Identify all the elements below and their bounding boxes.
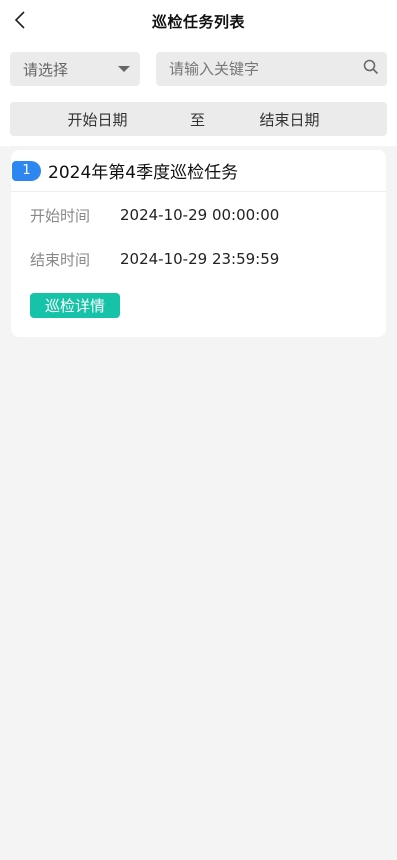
top-bar: 巡检任务列表	[0, 0, 397, 42]
start-time-label: 开始时间	[30, 206, 91, 225]
date-range: 开始日期 至 结束日期	[10, 102, 387, 136]
category-select[interactable]: 请选择	[10, 52, 140, 86]
inspection-detail-button[interactable]: 巡检详情	[30, 293, 120, 318]
end-date-picker[interactable]: 结束日期	[210, 109, 387, 130]
date-separator: 至	[189, 110, 205, 129]
task-list: 1 2024年第4季度巡检任务 开始时间 2024-10-29 00:00:00…	[0, 146, 397, 337]
end-time-label: 结束时间	[30, 250, 91, 269]
task-index-badge: 1	[12, 160, 41, 181]
caret-down-icon	[118, 66, 130, 72]
search-box	[156, 52, 387, 86]
task-card-header: 1 2024年第4季度巡检任务	[11, 150, 386, 192]
task-list-page: 巡检任务列表 请选择 开始日期 至 结束日期	[0, 0, 397, 860]
start-time-value: 2024-10-29 00:00:00	[120, 206, 280, 224]
filter-panel: 请选择 开始日期 至 结束日期	[0, 42, 397, 146]
start-time-row: 开始时间 2024-10-29 00:00:00	[30, 204, 386, 226]
end-time-row: 结束时间 2024-10-29 23:59:59	[30, 248, 386, 270]
end-time-value: 2024-10-29 23:59:59	[120, 250, 280, 268]
task-info: 开始时间 2024-10-29 00:00:00 结束时间 2024-10-29…	[11, 192, 386, 270]
page-title: 巡检任务列表	[151, 12, 245, 31]
start-date-picker[interactable]: 开始日期	[10, 109, 185, 130]
task-title: 2024年第4季度巡检任务	[48, 163, 239, 183]
select-label: 请选择	[23, 60, 69, 79]
chevron-left-icon[interactable]	[8, 8, 32, 32]
search-icon[interactable]	[363, 59, 379, 79]
search-input[interactable]	[169, 60, 363, 78]
task-card[interactable]: 1 2024年第4季度巡检任务 开始时间 2024-10-29 00:00:00…	[11, 150, 386, 337]
